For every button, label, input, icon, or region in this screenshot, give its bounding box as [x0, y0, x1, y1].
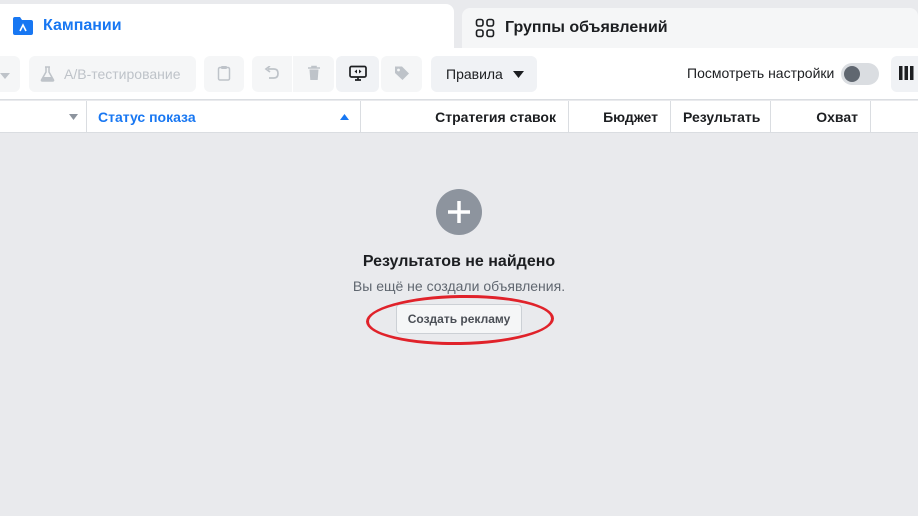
header-label: Бюджет	[603, 109, 658, 125]
columns-button[interactable]	[891, 56, 918, 92]
rules-label: Правила	[446, 66, 503, 82]
preview-icon	[348, 65, 367, 84]
folder-icon	[12, 15, 34, 37]
empty-state: Результатов не найдено Вы ещё не создали…	[0, 133, 918, 516]
header-label: Статус показа	[98, 109, 196, 125]
view-settings-label: Посмотреть настройки	[687, 65, 835, 81]
header-budget[interactable]: Бюджет	[569, 101, 671, 133]
tab-campaigns-label: Кампании	[43, 17, 122, 34]
delete-button[interactable]	[293, 56, 334, 92]
sort-asc-icon	[340, 114, 349, 120]
undo-icon	[264, 64, 280, 83]
dropdown-icon	[0, 66, 10, 82]
header-bid-strategy[interactable]: Стратегия ставок	[361, 101, 569, 133]
header-reach[interactable]: Охват	[771, 101, 871, 133]
table-header: Статус показа Стратегия ставок Бюджет Ре…	[0, 101, 918, 133]
view-settings-toggle[interactable]	[841, 63, 879, 85]
header-label: Охват	[816, 109, 858, 125]
flask-icon	[40, 66, 55, 82]
toggle-knob	[844, 66, 860, 82]
header-select-column[interactable]	[0, 101, 87, 133]
tag-button[interactable]	[381, 56, 422, 92]
tab-bar: Кампании Группы объявлений	[0, 0, 918, 48]
more-dropdown-button[interactable]	[0, 56, 20, 92]
undo-button[interactable]	[252, 56, 292, 92]
duplicate-button[interactable]	[204, 56, 244, 92]
header-results[interactable]: Результать	[671, 101, 771, 133]
create-ad-button[interactable]: Создать рекламу	[396, 304, 522, 334]
header-delivery-status[interactable]: Статус показа	[87, 101, 361, 133]
chevron-down-icon	[69, 114, 78, 120]
grid-icon	[474, 17, 496, 39]
tag-icon	[394, 65, 410, 84]
clipboard-icon	[217, 65, 231, 84]
columns-icon	[899, 65, 914, 83]
header-label: Стратегия ставок	[435, 109, 556, 125]
ab-test-button[interactable]: A/B-тестирование	[29, 56, 196, 92]
toolbar: A/B-тестирование Правила Посмотреть наст…	[0, 48, 918, 100]
empty-state-title: Результатов не найдено	[362, 253, 556, 270]
ab-test-label: A/B-тестирование	[64, 66, 181, 82]
tab-adsets[interactable]: Группы объявлений	[462, 8, 918, 48]
caret-down-icon	[513, 71, 524, 78]
plus-icon	[436, 189, 482, 235]
preview-button[interactable]	[336, 56, 379, 92]
rules-dropdown-button[interactable]: Правила	[431, 56, 537, 92]
header-next-column[interactable]	[871, 101, 918, 133]
header-label: Результать	[683, 109, 761, 125]
tab-adsets-label: Группы объявлений	[505, 19, 668, 36]
trash-icon	[307, 65, 321, 84]
tab-campaigns[interactable]: Кампании	[0, 4, 454, 48]
empty-state-subtitle: Вы ещё не создали объявления.	[352, 278, 566, 294]
